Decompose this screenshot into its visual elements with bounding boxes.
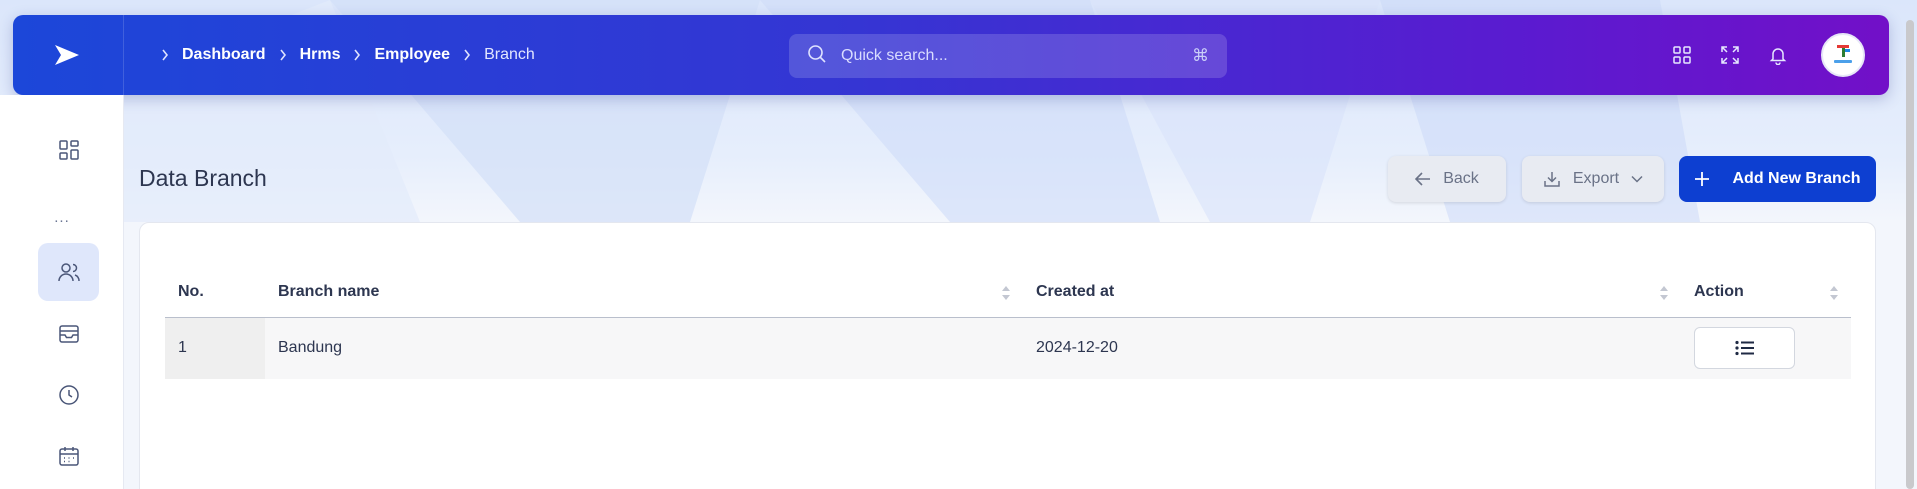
quick-search[interactable]: Quick search... ⌘: [789, 34, 1227, 78]
table-row: 1 Bandung 2024-12-20: [165, 317, 1851, 379]
row-actions-button[interactable]: [1694, 327, 1795, 370]
sidebar-item-inbox[interactable]: [38, 305, 99, 363]
breadcrumb-dashboard[interactable]: Dashboard: [182, 46, 266, 64]
sidebar-item-dashboard[interactable]: [38, 121, 99, 179]
column-header-label: Branch name: [278, 282, 380, 300]
chevron-right-icon: [276, 49, 290, 61]
chevron-right-icon: [460, 49, 474, 61]
add-new-branch-button[interactable]: Add New Branch: [1679, 156, 1876, 202]
sidebar: ...: [0, 95, 124, 489]
sidebar-item-attendance[interactable]: [38, 366, 99, 424]
top-navbar: Dashboard Hrms Employee Branch Quick sea…: [13, 15, 1889, 95]
sort-icon[interactable]: [1001, 284, 1011, 302]
breadcrumb-employee[interactable]: Employee: [374, 46, 450, 64]
column-header-action[interactable]: Action: [1681, 267, 1851, 318]
bell-icon[interactable]: [1767, 44, 1789, 66]
add-new-branch-label: Add New Branch: [1732, 170, 1861, 187]
arrow-left-icon: [1415, 172, 1431, 186]
sidebar-item-calendar[interactable]: [38, 427, 99, 485]
search-placeholder: Quick search...: [841, 47, 948, 64]
column-header-label: Action: [1694, 282, 1744, 300]
export-button-label: Export: [1572, 170, 1620, 187]
breadcrumb: Dashboard Hrms Employee Branch: [158, 15, 535, 95]
export-button[interactable]: Export: [1522, 156, 1664, 202]
cell-no: 1: [165, 317, 265, 379]
clock-icon: [58, 385, 79, 405]
cell-created-at: 2024-12-20: [1023, 317, 1681, 379]
column-header-no[interactable]: No.: [165, 267, 265, 318]
topbar-actions: [1671, 15, 1789, 95]
page-title: Data Branch: [139, 165, 267, 191]
column-header-branch-name[interactable]: Branch name: [265, 267, 1023, 318]
breadcrumb-branch: Branch: [484, 46, 535, 63]
command-key-icon: ⌘: [1192, 46, 1209, 65]
company-logo-icon: [1834, 45, 1852, 63]
breadcrumb-hrms[interactable]: Hrms: [300, 46, 341, 64]
column-header-label: No.: [178, 282, 204, 300]
inbox-icon: [58, 325, 79, 343]
list-menu-icon: [1734, 341, 1754, 356]
download-icon: [1544, 172, 1560, 187]
back-button-label: Back: [1443, 170, 1479, 187]
topbar-divider: [123, 15, 124, 95]
chevron-right-icon: [350, 49, 364, 61]
app-logo[interactable]: [49, 37, 85, 73]
back-button[interactable]: Back: [1388, 156, 1506, 202]
branch-table: No. Branch name Created at Action 1 Band…: [165, 267, 1851, 379]
page-scrollbar[interactable]: [1906, 20, 1914, 489]
column-header-label: Created at: [1036, 282, 1115, 300]
dashboard-grid-icon: [58, 140, 79, 160]
sidebar-item-employees[interactable]: [38, 243, 99, 301]
apps-icon[interactable]: [1671, 44, 1693, 66]
fullscreen-icon[interactable]: [1719, 44, 1741, 66]
column-header-created-at[interactable]: Created at: [1023, 267, 1681, 318]
sort-icon[interactable]: [1829, 284, 1839, 302]
calendar-icon: [58, 447, 79, 466]
users-icon: [57, 263, 80, 282]
sidebar-section-ellipsis: ...: [54, 209, 70, 226]
branch-table-card: No. Branch name Created at Action 1 Band…: [139, 222, 1876, 489]
cell-action: [1681, 317, 1851, 379]
user-avatar[interactable]: [1821, 33, 1865, 77]
chevron-right-icon: [158, 49, 172, 61]
plus-icon: [1694, 171, 1710, 187]
search-icon: [807, 44, 827, 69]
cell-branch-name: Bandung: [265, 317, 1023, 379]
chevron-down-icon: [1631, 175, 1643, 183]
sort-icon[interactable]: [1659, 284, 1669, 302]
